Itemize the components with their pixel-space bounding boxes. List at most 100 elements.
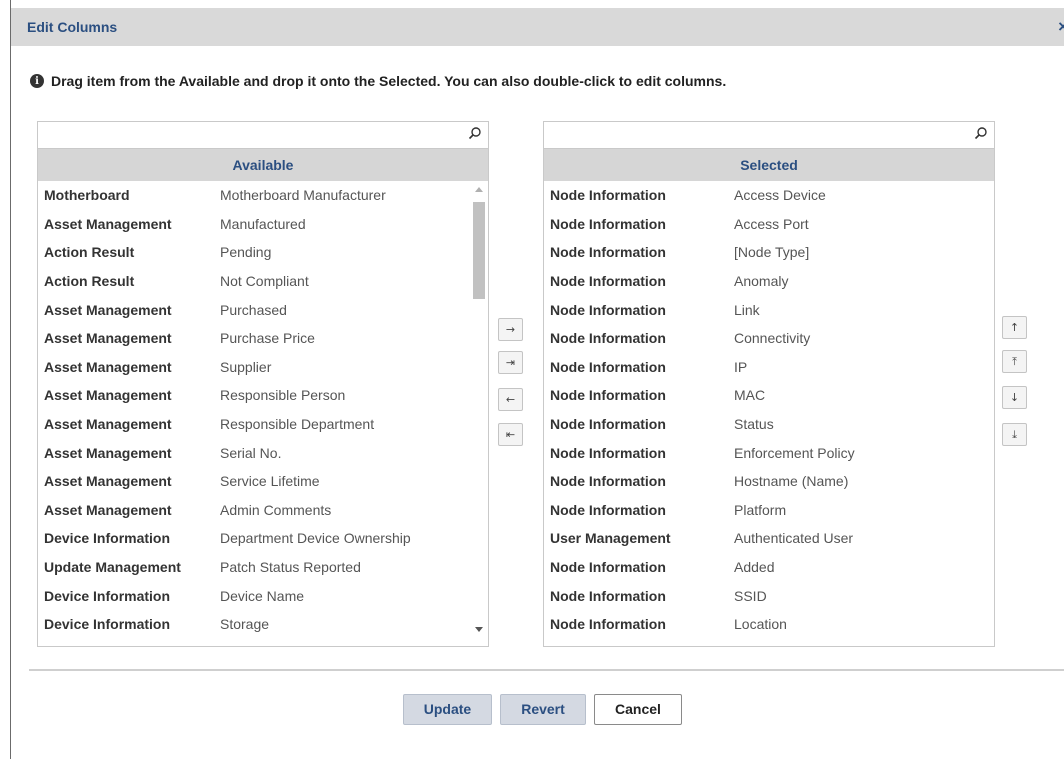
available-list-item[interactable]: Asset Management Responsible Person — [38, 381, 488, 410]
selected-list-item[interactable]: Node Information Anomaly — [544, 267, 994, 296]
item-category: Node Information — [550, 244, 666, 261]
item-category: Asset Management — [44, 215, 172, 232]
available-list-item[interactable]: Device Information Storage — [38, 610, 488, 639]
selected-header: Selected — [544, 149, 994, 181]
selected-search-box[interactable] — [543, 121, 995, 148]
item-name: Location — [734, 616, 787, 633]
available-list-item[interactable]: Asset Management Service Lifetime — [38, 467, 488, 496]
item-name: Patch Status Reported — [220, 559, 361, 576]
update-button[interactable]: Update — [403, 694, 492, 725]
cancel-button[interactable]: Cancel — [594, 694, 682, 725]
selected-list-item[interactable]: Node Information MAC — [544, 381, 994, 410]
search-icon[interactable] — [468, 126, 482, 140]
item-name: Not Compliant — [220, 273, 309, 290]
item-category: Node Information — [550, 187, 666, 204]
search-icon[interactable] — [974, 126, 988, 140]
move-all-left-button[interactable]: ⇤ — [498, 423, 523, 446]
item-category: Node Information — [550, 444, 666, 461]
available-list-item[interactable]: Action Result Not Compliant — [38, 267, 488, 296]
item-category: Node Information — [550, 301, 666, 318]
selected-list-item[interactable]: Node Information Connectivity — [544, 324, 994, 353]
item-name: Purchase Price — [220, 330, 315, 347]
move-all-right-button[interactable]: ⇥ — [498, 351, 523, 374]
item-name: Motherboard Manufacturer — [220, 187, 386, 204]
item-category: Node Information — [550, 416, 666, 433]
scroll-down-icon[interactable] — [475, 627, 483, 632]
item-name: Responsible Department — [220, 416, 375, 433]
item-category: Asset Management — [44, 387, 172, 404]
available-list-item[interactable]: Asset Management Serial No. — [38, 438, 488, 467]
item-category: User Management — [550, 530, 671, 547]
selected-list-item[interactable]: Node Information Added — [544, 553, 994, 582]
item-category: Node Information — [550, 559, 666, 576]
item-name: Service Lifetime — [220, 473, 320, 490]
item-name: Supplier — [220, 358, 272, 375]
selected-list-item[interactable]: User Management Authenticated User — [544, 524, 994, 553]
instruction-label: Drag item from the Available and drop it… — [51, 73, 727, 89]
selected-list-item[interactable]: Node Information Location — [544, 610, 994, 639]
item-name: IP — [734, 358, 748, 375]
available-list-item[interactable]: Asset Management Admin Comments — [38, 496, 488, 525]
selected-panel: Selected Node Information Access Device No… — [543, 148, 995, 647]
available-list-item[interactable]: Device Information Department Device Owne… — [38, 524, 488, 553]
available-list[interactable]: Motherboard Motherboard Manufacturer Asset… — [38, 181, 488, 639]
available-search-box[interactable] — [37, 121, 489, 148]
close-icon[interactable]: × — [1058, 17, 1064, 37]
item-name: Responsible Person — [220, 387, 346, 404]
move-to-bottom-button[interactable]: ⤓ — [1002, 423, 1027, 446]
item-name: Anomaly — [734, 273, 789, 290]
available-list-item[interactable]: Asset Management Supplier — [38, 353, 488, 382]
move-to-top-button[interactable]: ⤒ — [1002, 350, 1027, 373]
item-category: Node Information — [550, 273, 666, 290]
item-name: Status — [734, 416, 774, 433]
selected-list-item[interactable]: Node Information Access Port — [544, 210, 994, 239]
available-list-item[interactable]: Asset Management Manufactured — [38, 210, 488, 239]
item-name: Platform — [734, 501, 787, 518]
revert-button[interactable]: Revert — [500, 694, 586, 725]
move-right-button[interactable]: → — [498, 318, 523, 341]
move-down-button[interactable]: ↓ — [1002, 386, 1027, 409]
footer-divider — [29, 669, 1064, 671]
selected-list-item[interactable]: Node Information Enforcement Policy — [544, 438, 994, 467]
selected-list-item[interactable]: Node Information IP — [544, 353, 994, 382]
item-category: Asset Management — [44, 358, 172, 375]
item-category: Node Information — [550, 330, 666, 347]
info-icon: i — [30, 74, 44, 88]
selected-list-item[interactable]: Node Information SSID — [544, 581, 994, 610]
item-category: Node Information — [550, 616, 666, 633]
item-name: Department Device Ownership — [220, 530, 411, 547]
selected-list-item[interactable]: Node Information Platform — [544, 496, 994, 525]
selected-list-item[interactable]: Node Information Status — [544, 410, 994, 439]
item-name: Access Port — [734, 215, 809, 232]
scroll-up-icon[interactable] — [475, 187, 483, 192]
selected-search-input[interactable] — [548, 122, 935, 148]
scrollbar-thumb[interactable] — [473, 202, 485, 299]
item-name: Device Name — [220, 587, 305, 604]
selected-list-item[interactable]: Node Information Link — [544, 295, 994, 324]
available-list-item[interactable]: Asset Management Purchased — [38, 295, 488, 324]
available-list-item[interactable]: Asset Management Responsible Department — [38, 410, 488, 439]
item-name: Added — [734, 559, 775, 576]
item-name: Storage — [220, 616, 270, 633]
item-category: Asset Management — [44, 301, 172, 318]
item-name: SSID — [734, 587, 767, 604]
dialog-title-bar: Edit Columns × — [11, 8, 1064, 46]
instruction-text: i Drag item from the Available and drop … — [30, 73, 726, 89]
selected-list[interactable]: Node Information Access Device Node Inform… — [544, 181, 994, 639]
selected-list-item[interactable]: Node Information [Node Type] — [544, 238, 994, 267]
available-list-item[interactable]: Update Management Patch Status Reported — [38, 553, 488, 582]
item-name: Manufactured — [220, 215, 306, 232]
move-left-button[interactable]: ← — [498, 388, 523, 411]
item-name: [Node Type] — [734, 244, 810, 261]
move-up-button[interactable]: ↑ — [1002, 316, 1027, 339]
available-list-item[interactable]: Action Result Pending — [38, 238, 488, 267]
available-scrollbar[interactable] — [470, 181, 488, 642]
selected-list-item[interactable]: Node Information Access Device — [544, 181, 994, 210]
item-name: Authenticated User — [734, 530, 854, 547]
available-search-input[interactable] — [42, 122, 429, 148]
available-list-item[interactable]: Asset Management Purchase Price — [38, 324, 488, 353]
available-list-item[interactable]: Motherboard Motherboard Manufacturer — [38, 181, 488, 210]
item-name: MAC — [734, 387, 766, 404]
available-list-item[interactable]: Device Information Device Name — [38, 581, 488, 610]
selected-list-item[interactable]: Node Information Hostname (Name) — [544, 467, 994, 496]
